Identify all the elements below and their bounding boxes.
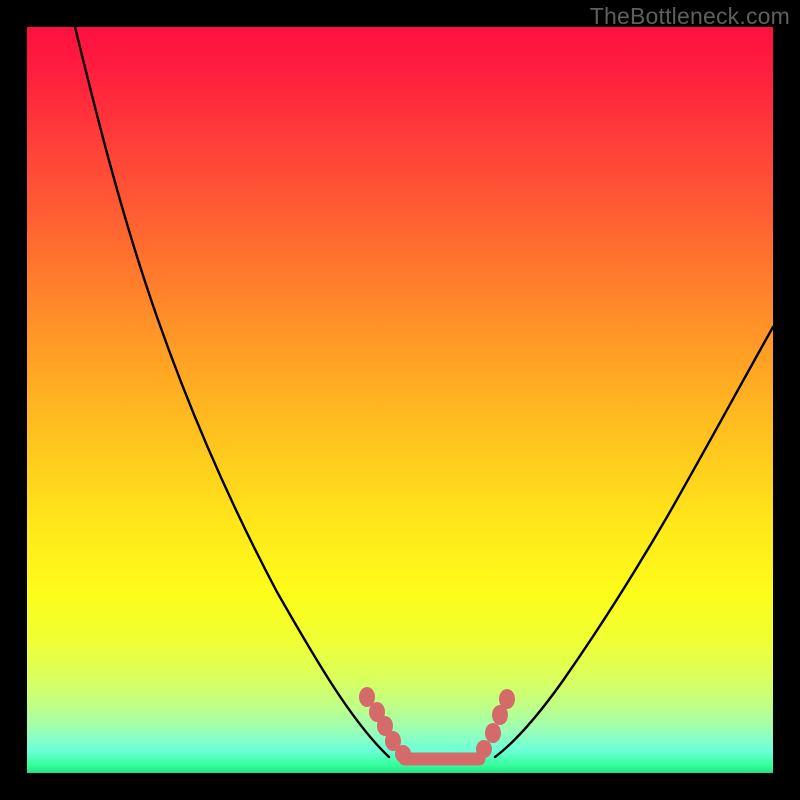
bead-right-2 [492,705,508,725]
bead-group-right [476,689,515,758]
bead-right-3 [485,723,501,743]
curve-left-branch [75,27,389,757]
bead-right-4 [476,740,492,758]
bead-left-5 [395,745,411,763]
plot-area [27,27,773,773]
watermark-text: TheBottleneck.com [590,3,790,30]
curve-right-branch [495,327,773,757]
bottleneck-curve [27,27,773,773]
outer-frame: TheBottleneck.com [0,0,800,800]
